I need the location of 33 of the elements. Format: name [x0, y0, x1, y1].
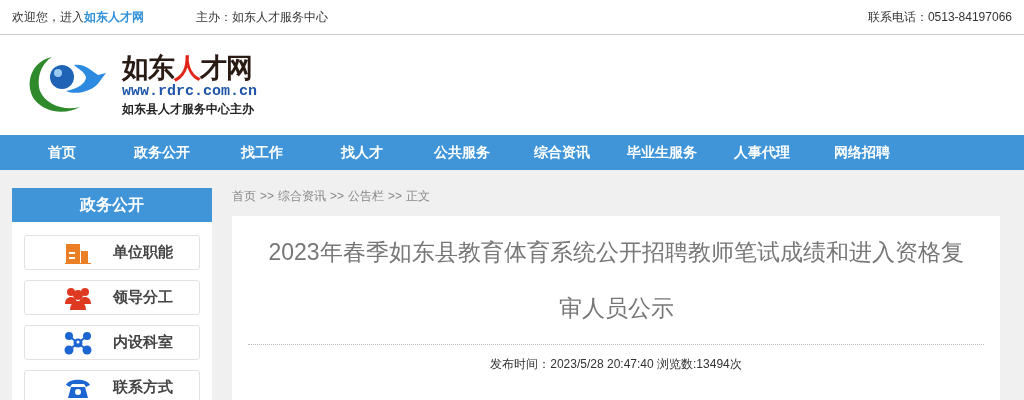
nav-item[interactable]: 人事代理: [712, 135, 812, 170]
nav-item[interactable]: 毕业生服务: [612, 135, 712, 170]
nav-item[interactable]: 首页: [12, 135, 112, 170]
breadcrumb-separator: >>: [388, 188, 403, 205]
breadcrumb-link[interactable]: 综合资讯: [278, 187, 326, 205]
logo-subtitle: 如东县人才服务中心主办: [122, 100, 255, 118]
logo-url: www.rdrc.com.cn: [122, 82, 258, 100]
nav-item[interactable]: 公共服务: [412, 135, 512, 170]
breadcrumb-link[interactable]: 正文: [406, 187, 431, 205]
people-icon: [65, 285, 91, 310]
phone-text: 联系电话：0513-84197066: [867, 9, 1012, 26]
sidebar-item[interactable]: 联系方式: [24, 370, 200, 400]
nav-item[interactable]: 网络招聘: [812, 135, 912, 170]
breadcrumb-link[interactable]: 首页: [232, 187, 256, 205]
building-icon: [65, 241, 91, 264]
welcome-text: 欢迎您，进入: [12, 9, 84, 26]
sidebar-item[interactable]: 领导分工: [24, 280, 200, 315]
article-title: 2023年春季如东县教育体育系统公开招聘教师笔试成绩和进入资格复审人员公示: [267, 238, 965, 323]
breadcrumb-link[interactable]: 公告栏: [348, 187, 385, 205]
site-link[interactable]: 如东人才网: [84, 8, 144, 26]
sidebar-item[interactable]: 内设科室: [24, 325, 200, 360]
breadcrumb-separator: >>: [330, 188, 345, 205]
sponsor-text: 主办：如东人才服务中心: [196, 9, 328, 26]
article-meta: 发布时间：2023/5/28 20:47:40 浏览数:13494次: [489, 356, 743, 373]
nav-item[interactable]: 找人才: [312, 135, 412, 170]
nav-item[interactable]: 综合资讯: [512, 135, 612, 170]
breadcrumb-separator: >>: [260, 188, 274, 205]
sidebar-item[interactable]: 单位职能: [24, 235, 200, 270]
nav-item[interactable]: 政务公开: [112, 135, 212, 170]
sidebar-header: 政务公开: [12, 188, 212, 222]
logo-title: 如东人才网: [122, 52, 253, 83]
nav-item[interactable]: 找工作: [212, 135, 312, 170]
network-icon: [64, 330, 92, 355]
